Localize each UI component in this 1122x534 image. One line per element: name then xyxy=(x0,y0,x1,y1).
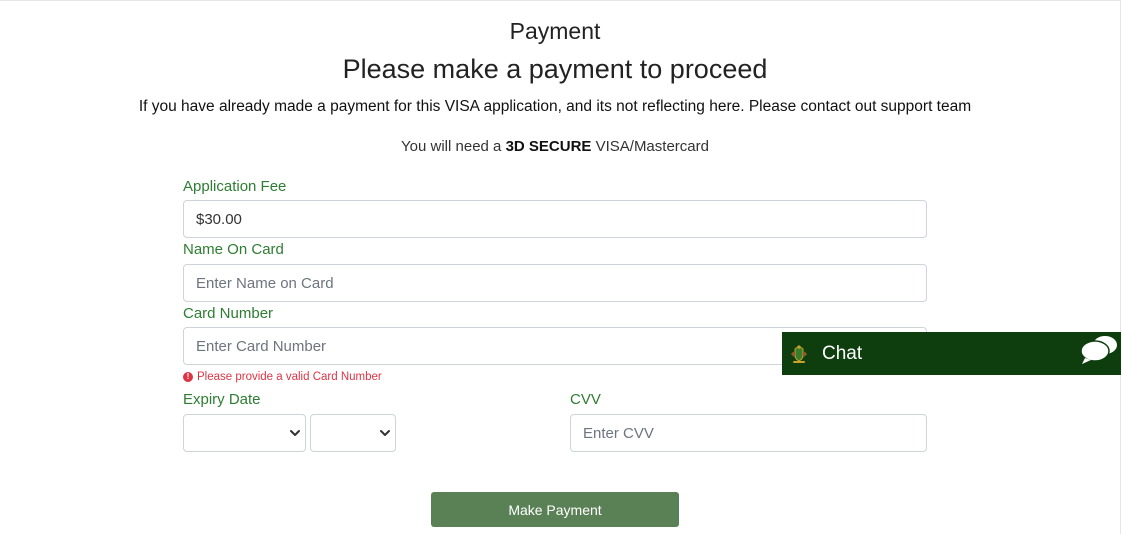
expiry-year-select[interactable] xyxy=(310,414,396,452)
coat-of-arms-icon xyxy=(791,344,807,363)
support-notice: If you have already made a payment for t… xyxy=(138,98,972,115)
error-icon: ! xyxy=(183,372,193,382)
card-number-label: Card Number xyxy=(183,305,274,322)
chat-bubble-icon xyxy=(1080,336,1117,364)
card-requirement: You will need a 3D SECURE VISA/Mastercar… xyxy=(0,138,1110,155)
application-fee-label: Application Fee xyxy=(183,178,287,195)
expiry-date-label: Expiry Date xyxy=(183,391,261,408)
chat-label: Chat xyxy=(822,342,863,364)
card-number-error-text: Please provide a valid Card Number xyxy=(197,371,382,383)
requirement-prefix: You will need a xyxy=(401,138,506,155)
requirement-emphasis: 3D SECURE xyxy=(505,138,592,155)
expiry-month-select[interactable] xyxy=(183,414,306,452)
page-title: Payment xyxy=(509,18,601,44)
application-fee-field[interactable] xyxy=(183,200,927,238)
make-payment-button[interactable]: Make Payment xyxy=(431,492,679,527)
page-heading: Please make a payment to proceed xyxy=(342,54,768,84)
top-divider xyxy=(0,0,1120,1)
card-number-error: ! Please provide a valid Card Number xyxy=(183,371,382,383)
chat-widget[interactable]: Chat xyxy=(782,332,1121,375)
requirement-suffix: VISA/Mastercard xyxy=(591,138,709,155)
name-on-card-input[interactable] xyxy=(183,264,927,302)
right-divider xyxy=(1120,0,1121,534)
name-on-card-label: Name On Card xyxy=(183,241,284,258)
cvv-label: CVV xyxy=(570,391,601,408)
cvv-input[interactable] xyxy=(570,414,927,452)
